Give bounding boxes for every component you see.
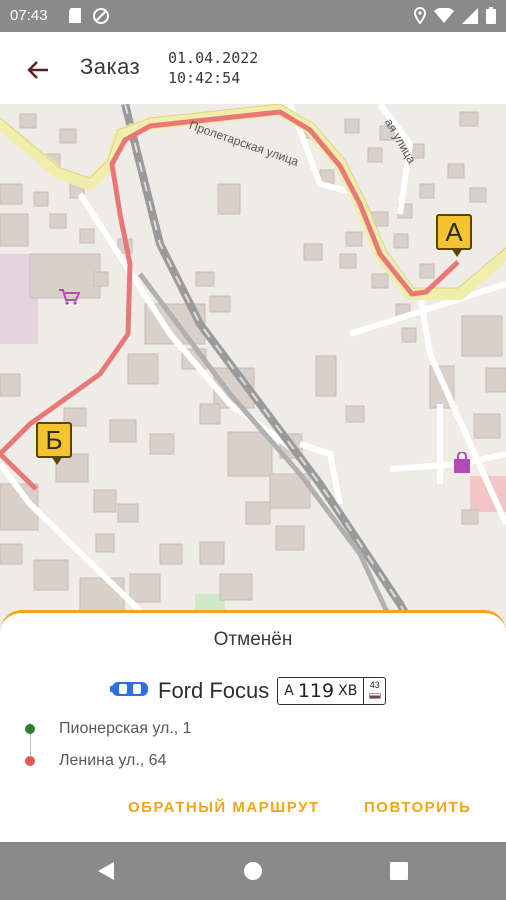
nav-back-icon[interactable] [96, 860, 116, 887]
sd-card-icon [68, 7, 82, 30]
plate-region: 43 [369, 680, 380, 690]
page-title: Заказ [80, 54, 141, 79]
reverse-route-button[interactable]: ОБРАТНЫЙ МАРШРУТ [128, 799, 320, 816]
plate-letters: ХВ [338, 683, 358, 699]
marker-b[interactable]: Б [36, 422, 72, 465]
system-nav-bar [0, 842, 506, 900]
order-date: 01.04.2022 [168, 49, 259, 67]
order-details-sheet: Отменён Ford Focus А 119 ХВ 43 Пионерска… [0, 610, 506, 842]
arrow-left-icon [27, 61, 48, 79]
destination-address: Ленина ул., 64 [59, 752, 167, 769]
destination-address-row: Ленина ул., 64 [22, 745, 422, 777]
order-datetime: 01.04.2022 10:42:54 [168, 48, 258, 88]
order-time: 10:42:54 [168, 69, 241, 87]
russia-flag-icon [368, 693, 381, 699]
marker-a[interactable]: А [436, 214, 472, 257]
route-addresses: Пионерская ул., 1 Ленина ул., 64 [22, 713, 422, 777]
repeat-button[interactable]: ПОВТОРИТЬ [364, 799, 471, 816]
location-icon [413, 6, 427, 29]
back-button[interactable] [20, 52, 56, 88]
nav-home-icon[interactable] [243, 861, 263, 886]
signal-icon [462, 7, 478, 29]
app-bar: Заказ 01.04.2022 10:42:54 [0, 32, 506, 104]
pickup-address-row: Пионерская ул., 1 [22, 713, 422, 745]
destination-dot-icon [25, 756, 35, 766]
pickup-dot-icon [25, 724, 35, 734]
route-map[interactable]: Пролетарская улица ая улица А Б [0, 104, 506, 640]
car-name: Ford Focus [158, 678, 270, 703]
car-icon [110, 678, 150, 705]
car-info: Ford Focus А 119 ХВ 43 [110, 677, 387, 705]
notification-blocked-icon [92, 7, 110, 30]
wifi-icon [434, 6, 454, 29]
license-plate: А 119 ХВ 43 [277, 677, 387, 705]
nav-recents-icon[interactable] [390, 862, 408, 885]
plate-number: 119 [297, 680, 335, 702]
pickup-address: Пионерская ул., 1 [59, 720, 192, 737]
map-canvas [0, 104, 506, 640]
battery-icon [486, 7, 496, 29]
status-time: 07:43 [10, 7, 48, 24]
status-bar: 07:43 [0, 0, 506, 32]
order-status: Отменён [213, 629, 293, 650]
plate-letter: А [284, 683, 294, 699]
